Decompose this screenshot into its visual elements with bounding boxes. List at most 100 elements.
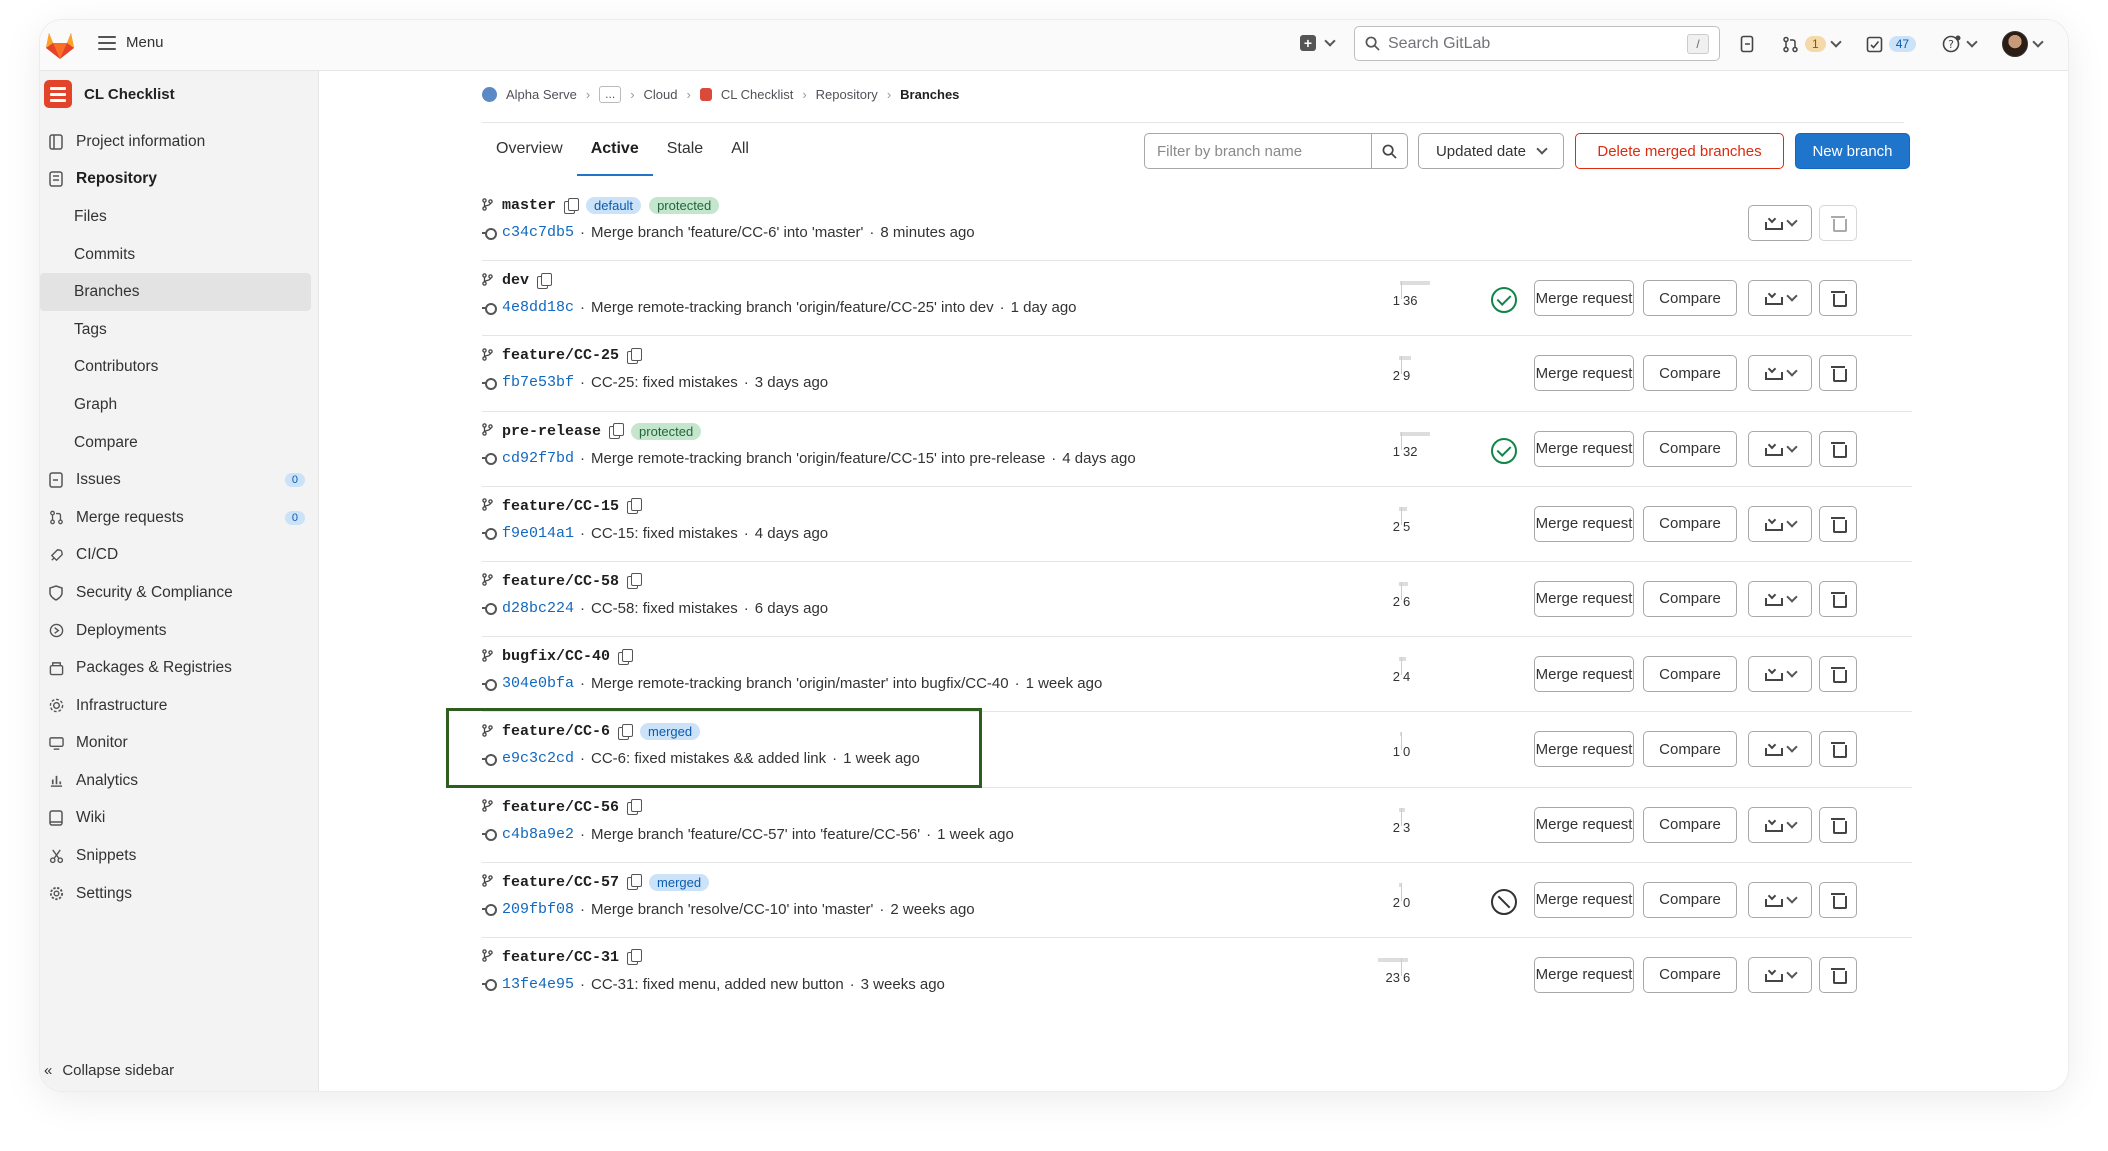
delete-branch-button[interactable] [1819,956,1857,993]
commit-message[interactable]: CC-25: fixed mistakes [591,374,738,391]
download-dropdown[interactable] [1748,430,1812,467]
delete-branch-button[interactable] [1819,731,1857,768]
download-dropdown[interactable] [1748,205,1812,241]
copy-icon[interactable] [627,799,643,815]
pipeline-passed-icon[interactable] [1491,437,1517,464]
sort-dropdown[interactable]: Updated date [1418,133,1564,169]
download-dropdown[interactable] [1748,881,1812,918]
tab-stale[interactable]: Stale [653,130,717,176]
download-dropdown[interactable] [1748,505,1812,542]
copy-icon[interactable] [627,573,643,590]
branch-name-link[interactable]: feature/CC-58 [502,573,619,590]
menu-button[interactable]: Menu [98,34,164,51]
sidebar-item-issues[interactable]: Issues 0 [40,461,319,499]
create-new-dropdown[interactable]: + [1300,35,1336,51]
copy-icon[interactable] [627,498,643,515]
delete-branch-button[interactable] [1819,205,1857,241]
search-input[interactable]: Search GitLab / [1354,26,1720,61]
sidebar-item-commits[interactable]: Commits [40,236,319,274]
copy-icon[interactable] [537,272,553,289]
merge-request-button[interactable]: Merge request [1534,731,1634,768]
commit-sha-link[interactable]: 13fe4e95 [502,976,574,993]
sidebar-item-snippets[interactable]: Snippets [40,837,319,875]
sidebar-item-branches[interactable]: Branches [40,273,311,311]
commit-sha-link[interactable]: d28bc224 [502,600,574,617]
merge-request-button[interactable]: Merge request [1534,280,1634,317]
download-dropdown[interactable] [1748,280,1812,317]
commit-sha-link[interactable]: 209fbf08 [502,901,574,918]
merge-request-button[interactable]: Merge request [1534,656,1634,693]
sidebar-item-deployments[interactable]: Deployments [40,612,319,650]
commit-message[interactable]: CC-6: fixed mistakes && added link [591,750,826,767]
tab-overview[interactable]: Overview [482,130,577,176]
branch-name-link[interactable]: master [502,197,556,214]
download-dropdown[interactable] [1748,656,1812,693]
breadcrumb-more-button[interactable]: ... [599,86,622,103]
download-dropdown[interactable] [1748,355,1812,392]
commit-sha-link[interactable]: e9c3c2cd [502,750,574,767]
download-dropdown[interactable] [1748,956,1812,993]
merge-request-button[interactable]: Merge request [1534,505,1634,542]
branch-filter-input[interactable]: Filter by branch name [1144,133,1372,169]
copy-icon[interactable] [627,874,643,891]
sidebar-item-analytics[interactable]: Analytics [40,762,319,800]
commit-message[interactable]: Merge remote-tracking branch 'origin/mas… [591,675,1009,692]
copy-icon[interactable] [618,648,634,665]
compare-button[interactable]: Compare [1643,881,1737,918]
project-header[interactable]: CL Checklist [44,80,175,108]
merge-requests-dropdown[interactable]: 1 [1782,36,1842,53]
merge-request-button[interactable]: Merge request [1534,806,1634,843]
delete-branch-button[interactable] [1819,580,1857,617]
delete-branch-button[interactable] [1819,656,1857,693]
tab-all[interactable]: All [717,130,763,176]
sidebar-item-wiki[interactable]: Wiki [40,800,319,838]
commit-sha-link[interactable]: 304e0bfa [502,675,574,692]
sidebar-item-infrastructure[interactable]: Infrastructure [40,687,319,725]
filter-search-button[interactable] [1371,133,1408,169]
commit-sha-link[interactable]: 4e8dd18c [502,299,574,316]
sidebar-item-merge-requests[interactable]: Merge requests 0 [40,499,319,537]
commit-message[interactable]: Merge branch 'feature/CC-57' into 'featu… [591,826,920,843]
user-menu[interactable] [2002,31,2044,57]
merge-request-button[interactable]: Merge request [1534,580,1634,617]
branch-name-link[interactable]: dev [502,272,529,289]
compare-button[interactable]: Compare [1643,956,1737,993]
merge-request-button[interactable]: Merge request [1534,956,1634,993]
branch-name-link[interactable]: feature/CC-25 [502,347,619,364]
compare-button[interactable]: Compare [1643,731,1737,768]
sidebar-item-packages-registries[interactable]: Packages & Registries [40,649,319,687]
commit-message[interactable]: CC-58: fixed mistakes [591,600,738,617]
copy-icon[interactable] [609,423,625,440]
branch-name-link[interactable]: feature/CC-15 [502,498,619,515]
commit-message[interactable]: CC-15: fixed mistakes [591,525,738,542]
download-dropdown[interactable] [1748,731,1812,768]
compare-button[interactable]: Compare [1643,806,1737,843]
issues-shortcut[interactable] [1740,35,1756,53]
merge-request-button[interactable]: Merge request [1534,430,1634,467]
compare-button[interactable]: Compare [1643,505,1737,542]
pipeline-passed-icon[interactable] [1491,287,1517,314]
compare-button[interactable]: Compare [1643,355,1737,392]
todos-button[interactable]: 47 [1866,36,1917,53]
breadcrumb-item[interactable]: Cloud [644,87,678,102]
pipeline-skipped-icon[interactable] [1491,888,1517,915]
sidebar-item-files[interactable]: Files [40,198,319,236]
branch-name-link[interactable]: feature/CC-31 [502,949,619,966]
compare-button[interactable]: Compare [1643,280,1737,317]
download-dropdown[interactable] [1748,580,1812,617]
breadcrumb-item[interactable]: CL Checklist [721,87,793,102]
copy-icon[interactable] [627,347,643,364]
breadcrumb-item[interactable]: Alpha Serve [506,87,577,102]
branch-name-link[interactable]: feature/CC-57 [502,874,619,891]
delete-branch-button[interactable] [1819,280,1857,317]
delete-branch-button[interactable] [1819,430,1857,467]
copy-icon[interactable] [627,949,643,966]
copy-icon[interactable] [564,197,580,214]
commit-message[interactable]: Merge branch 'resolve/CC-10' into 'maste… [591,901,873,918]
sidebar-item-settings[interactable]: Settings [40,875,319,913]
branch-name-link[interactable]: bugfix/CC-40 [502,648,610,665]
collapse-sidebar-button[interactable]: « Collapse sidebar [44,1062,174,1079]
tab-active[interactable]: Active [576,130,653,176]
merge-request-button[interactable]: Merge request [1534,881,1634,918]
sidebar-item-ci-cd[interactable]: CI/CD [40,537,319,575]
